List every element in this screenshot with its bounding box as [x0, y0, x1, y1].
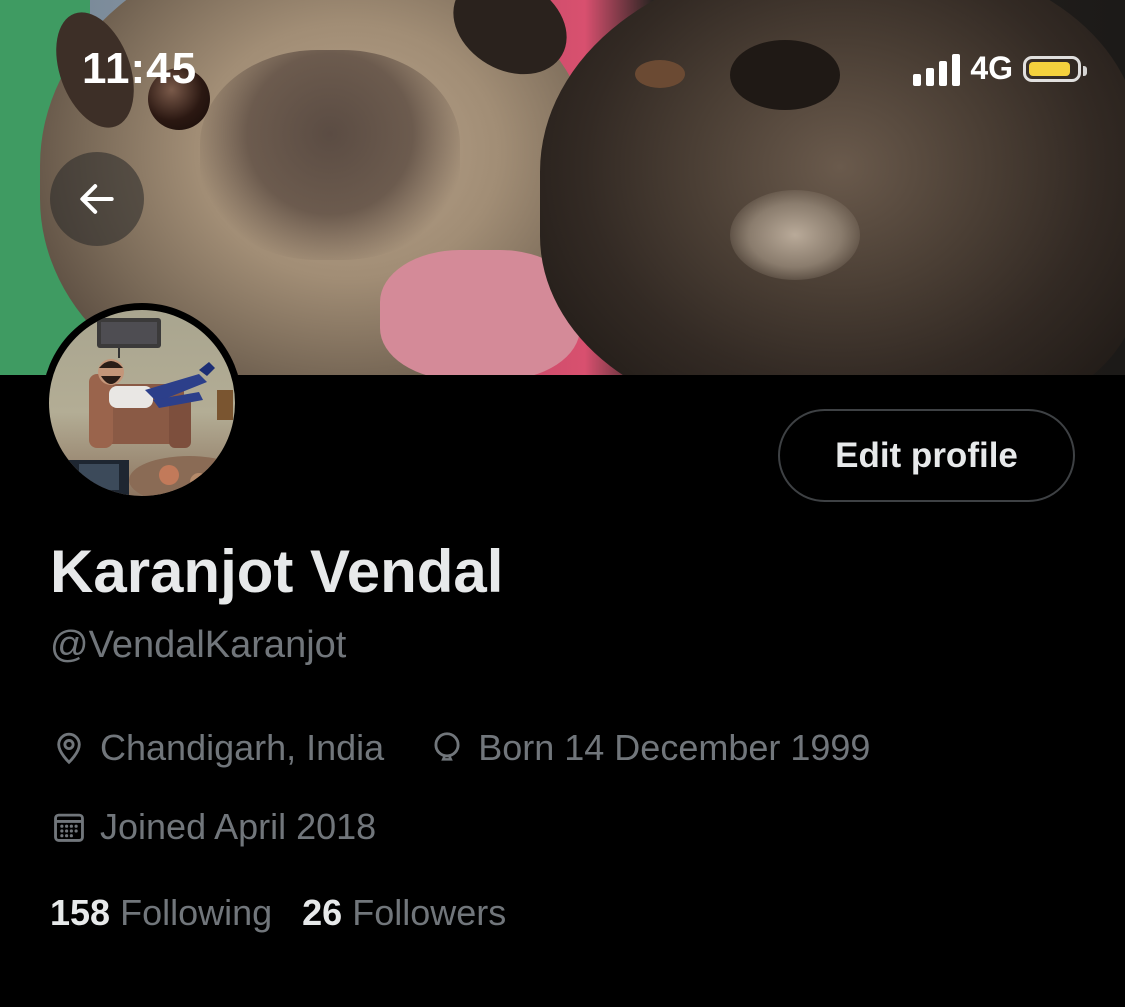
- arrow-left-icon: [80, 184, 114, 214]
- profile-location-text: Chandigarh, India: [100, 727, 385, 768]
- avatar[interactable]: [42, 303, 242, 503]
- balloon-icon: [434, 732, 460, 761]
- following-count: 158: [50, 892, 111, 933]
- profile-stats: 158 Following 26 Followers: [50, 892, 536, 934]
- avatar-image: [49, 310, 235, 496]
- profile-handle: @VendalKaranjot: [50, 624, 347, 666]
- back-button[interactable]: [50, 152, 144, 246]
- profile-birthday-text: Born 14 December 1999: [478, 727, 871, 768]
- profile-joined-row: Joined April 2018: [50, 806, 420, 848]
- followers-label: Followers: [352, 892, 507, 933]
- followers-count: 26: [302, 892, 343, 933]
- profile-birthday: Born 14 December 1999: [428, 727, 870, 769]
- profile-display-name: Karanjot Vendal: [50, 538, 504, 605]
- profile-joined-text: Joined April 2018: [100, 806, 377, 847]
- status-time: 11:45: [82, 44, 198, 93]
- profile-meta-row: Chandigarh, India Born 14 December 1999: [50, 727, 914, 769]
- profile-location: Chandigarh, India: [50, 727, 384, 769]
- battery-icon: [1023, 55, 1087, 82]
- following-label: Following: [120, 892, 273, 933]
- profile-joined: Joined April 2018: [50, 806, 376, 848]
- calendar-icon: [54, 813, 84, 842]
- edit-profile-button[interactable]: Edit profile: [778, 409, 1075, 502]
- following-link[interactable]: 158 Following: [50, 892, 272, 934]
- status-indicators: 4G: [913, 50, 1087, 87]
- network-type: 4G: [970, 50, 1013, 86]
- signal-strength-icon: [913, 52, 961, 86]
- followers-link[interactable]: 26 Followers: [302, 892, 506, 934]
- location-pin-icon: [57, 732, 81, 765]
